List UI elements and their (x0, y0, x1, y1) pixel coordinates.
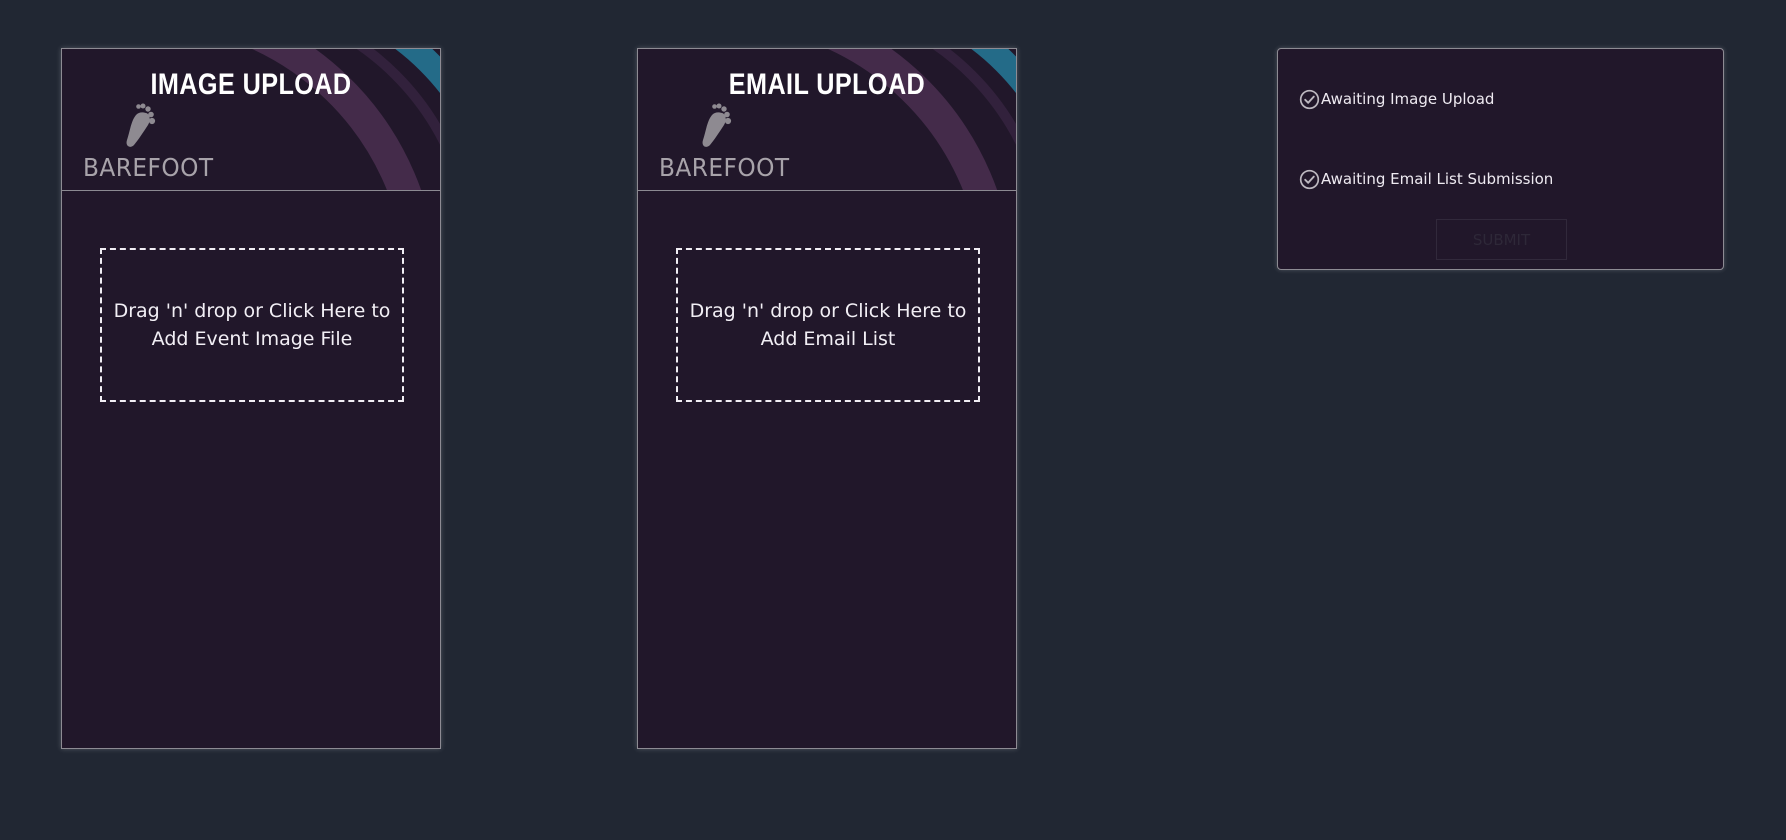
footprint-icon (126, 103, 156, 147)
check-circle-icon (1299, 89, 1320, 109)
image-upload-header: IMAGE UPLOAD BAREFOOT (62, 49, 440, 191)
footprint-icon (702, 103, 732, 147)
status-label: Awaiting Email List Submission (1321, 170, 1554, 188)
brand-logo-text: BAREFOOT (659, 153, 790, 182)
email-upload-panel: EMAIL UPLOAD BAREFOOT Drag 'n' drop or C… (637, 48, 1017, 749)
submission-status-panel: Awaiting Image Upload Awaiting Email Lis… (1277, 48, 1724, 270)
email-upload-header: EMAIL UPLOAD BAREFOOT (638, 49, 1016, 191)
status-image-upload: Awaiting Image Upload (1299, 87, 1494, 111)
status-label: Awaiting Image Upload (1321, 90, 1495, 108)
email-dropzone[interactable]: Drag 'n' drop or Click Here to Add Email… (676, 248, 980, 402)
submit-button[interactable]: SUBMIT (1436, 219, 1567, 260)
panel-title: EMAIL UPLOAD (728, 68, 926, 101)
check-circle-icon (1299, 169, 1320, 189)
brand-logo-text: BAREFOOT (83, 153, 214, 182)
panel-title: IMAGE UPLOAD (150, 68, 352, 101)
status-email-list: Awaiting Email List Submission (1299, 167, 1553, 191)
image-dropzone[interactable]: Drag 'n' drop or Click Here to Add Event… (100, 248, 404, 402)
image-upload-panel: IMAGE UPLOAD BAREFOOT Drag 'n' drop or C… (61, 48, 441, 749)
